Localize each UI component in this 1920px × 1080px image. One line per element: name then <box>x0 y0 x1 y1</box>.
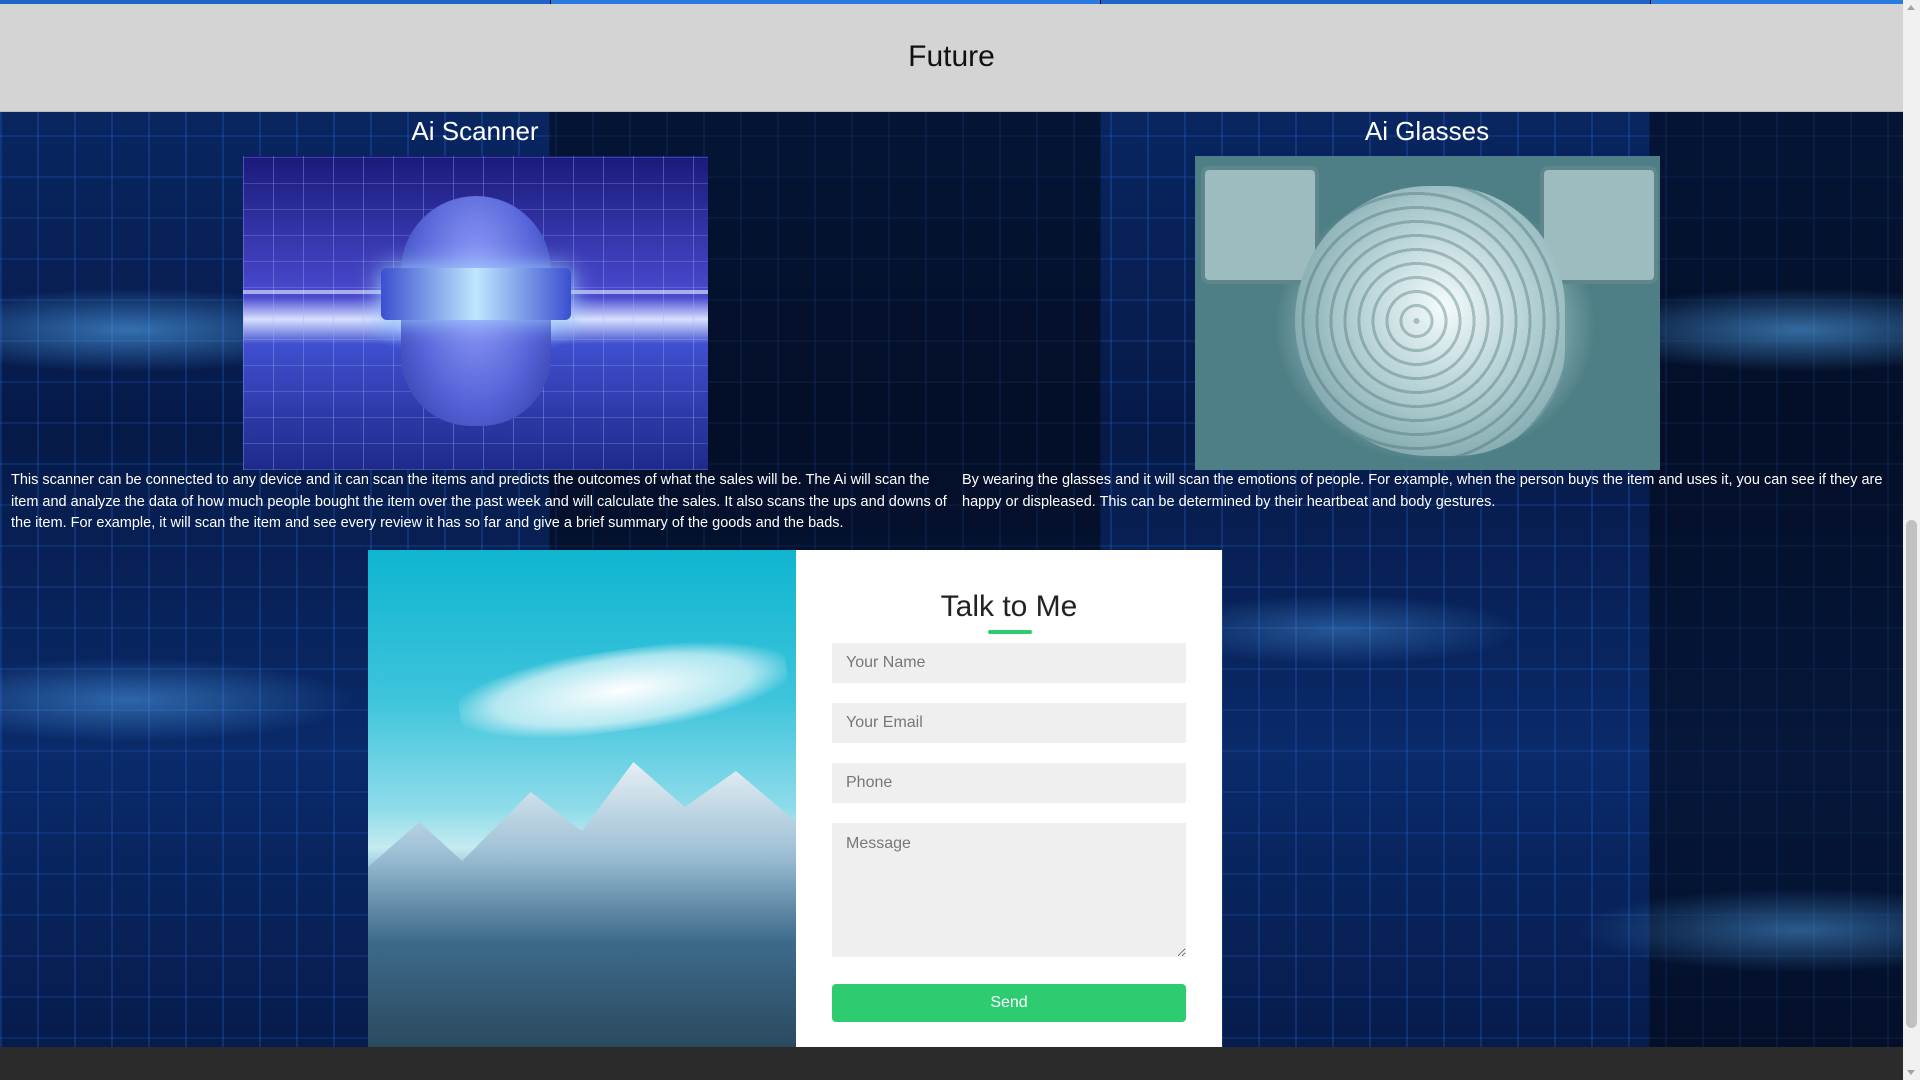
page-title: Future <box>908 40 995 73</box>
scroll-up-icon[interactable] <box>1907 5 1915 10</box>
feature-description: This scanner can be connected to any dev… <box>11 472 947 531</box>
message-textarea[interactable] <box>832 823 1186 957</box>
mountain-peaks <box>368 762 796 1047</box>
feature-title: Ai Glasses <box>1364 116 1490 146</box>
vertical-scrollbar[interactable] <box>1903 0 1920 1080</box>
page-footer <box>0 1047 1903 1080</box>
scroll-down-icon[interactable] <box>1907 1070 1915 1075</box>
robot-face <box>1295 186 1565 456</box>
scanner-visor <box>381 268 571 320</box>
contact-form: Talk to Me Send <box>796 550 1222 1047</box>
ai-glasses-image <box>1195 156 1660 470</box>
page-header: Future <box>0 4 1903 112</box>
contact-title: Talk to Me <box>940 590 1078 623</box>
name-input[interactable] <box>832 643 1186 683</box>
ai-scanner-image <box>243 156 708 470</box>
scroll-thumb[interactable] <box>1906 520 1917 1028</box>
email-input[interactable] <box>832 703 1186 743</box>
phone-input[interactable] <box>832 763 1186 803</box>
cloud <box>454 627 792 753</box>
feature-title: Ai Scanner <box>411 116 539 146</box>
send-button[interactable]: Send <box>832 984 1186 1022</box>
mountain-image <box>368 550 796 1047</box>
title-underline <box>988 630 1032 634</box>
feature-description: By wearing the glasses and it will scan … <box>962 472 1883 510</box>
screen-panel-left <box>1201 166 1319 284</box>
